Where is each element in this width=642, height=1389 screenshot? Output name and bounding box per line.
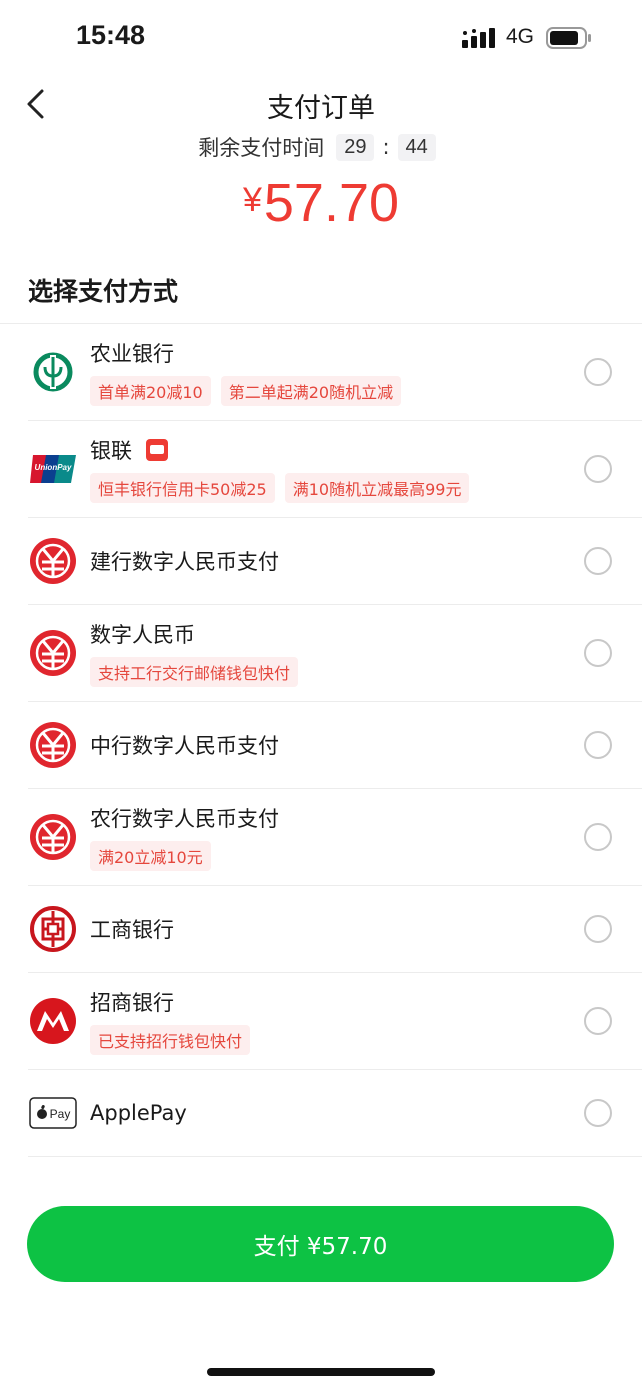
network-type: 4G xyxy=(506,25,535,48)
method-name: 数字人民币 xyxy=(90,623,195,647)
icbc-icon xyxy=(28,904,78,954)
svg-text:Pay: Pay xyxy=(50,1107,71,1121)
radio-button[interactable] xyxy=(584,1007,612,1035)
timer-label: 剩余支付时间 xyxy=(198,136,325,160)
method-name: 中行数字人民币支付 xyxy=(90,734,279,758)
currency-symbol: ¥ xyxy=(242,181,262,219)
method-name: 招商银行 xyxy=(90,991,174,1015)
page-title: 支付订单 xyxy=(267,93,375,124)
promo-tag: 已支持招行钱包快付 xyxy=(90,1025,251,1055)
timer-minutes: 29 xyxy=(336,133,375,161)
apple-pay-icon: Pay xyxy=(28,1088,78,1138)
promo-tag: 第二单起满20随机立减 xyxy=(220,376,402,406)
order-amount: ¥57.70 xyxy=(0,172,642,234)
cmb-icon xyxy=(28,996,78,1046)
method-name: 建行数字人民币支付 xyxy=(90,550,279,574)
method-name: 农行数字人民币支付 xyxy=(90,807,279,831)
promo-tag: 恒丰银行信用卡50减25 xyxy=(90,473,275,503)
promo-tag: 满10随机立减最高99元 xyxy=(284,473,470,503)
method-name: ApplePay xyxy=(90,1101,187,1125)
radio-button[interactable] xyxy=(584,731,612,759)
promo-tag: 首单满20减10 xyxy=(90,376,211,406)
unionpay-icon: UnionPay xyxy=(28,444,78,494)
method-name: 农业银行 xyxy=(90,342,174,366)
abc-bank-icon xyxy=(28,347,78,397)
payment-method-applepay[interactable]: Pay ApplePay xyxy=(28,1070,642,1157)
battery-icon xyxy=(546,27,591,49)
radio-button[interactable] xyxy=(584,455,612,483)
timer-seconds: 44 xyxy=(397,133,436,161)
section-title: 选择支付方式 xyxy=(28,277,179,306)
cloud-quickpass-icon xyxy=(146,439,168,461)
radio-button[interactable] xyxy=(584,639,612,667)
ecny-icon xyxy=(28,628,78,678)
pay-button[interactable]: 支付 ¥57.70 xyxy=(27,1206,614,1282)
payment-method-list: 农业银行 首单满20减10 第二单起满20随机立减 UnionPay 银联 恒丰… xyxy=(0,324,642,1157)
payment-method-boc-ecny[interactable]: 中行数字人民币支付 xyxy=(28,702,642,789)
payment-method-abc[interactable]: 农业银行 首单满20减10 第二单起满20随机立减 xyxy=(28,324,642,421)
payment-method-icbc[interactable]: 工商银行 xyxy=(28,886,642,973)
radio-button[interactable] xyxy=(584,358,612,386)
payment-method-unionpay[interactable]: UnionPay 银联 恒丰银行信用卡50减25 满10随机立减最高99元 xyxy=(28,421,642,518)
promo-tag: 支持工行交行邮储钱包快付 xyxy=(90,657,299,687)
payment-method-abc-ecny[interactable]: 农行数字人民币支付 满20立减10元 xyxy=(28,789,642,886)
svg-text:UnionPay: UnionPay xyxy=(35,463,72,472)
method-name: 银联 xyxy=(90,439,132,463)
radio-button[interactable] xyxy=(584,1099,612,1127)
ecny-icon xyxy=(28,812,78,862)
promo-tag: 满20立减10元 xyxy=(90,841,211,871)
payment-method-ecny[interactable]: 数字人民币 支持工行交行邮储钱包快付 xyxy=(28,605,642,702)
radio-button[interactable] xyxy=(584,823,612,851)
payment-method-cmb[interactable]: 招商银行 已支持招行钱包快付 xyxy=(28,973,642,1070)
ecny-icon xyxy=(28,720,78,770)
cellular-signal-icon xyxy=(462,28,495,48)
amount-value: 57.70 xyxy=(263,173,400,233)
home-indicator[interactable] xyxy=(207,1368,435,1376)
radio-button[interactable] xyxy=(584,915,612,943)
radio-button[interactable] xyxy=(584,547,612,575)
ecny-icon xyxy=(28,536,78,586)
timer-separator: : xyxy=(382,135,390,159)
payment-method-ccb-ecny[interactable]: 建行数字人民币支付 xyxy=(28,518,642,605)
status-time: 15:48 xyxy=(76,20,146,50)
method-name: 工商银行 xyxy=(90,918,174,942)
countdown-timer: 剩余支付时间 29 : 44 xyxy=(0,132,642,162)
